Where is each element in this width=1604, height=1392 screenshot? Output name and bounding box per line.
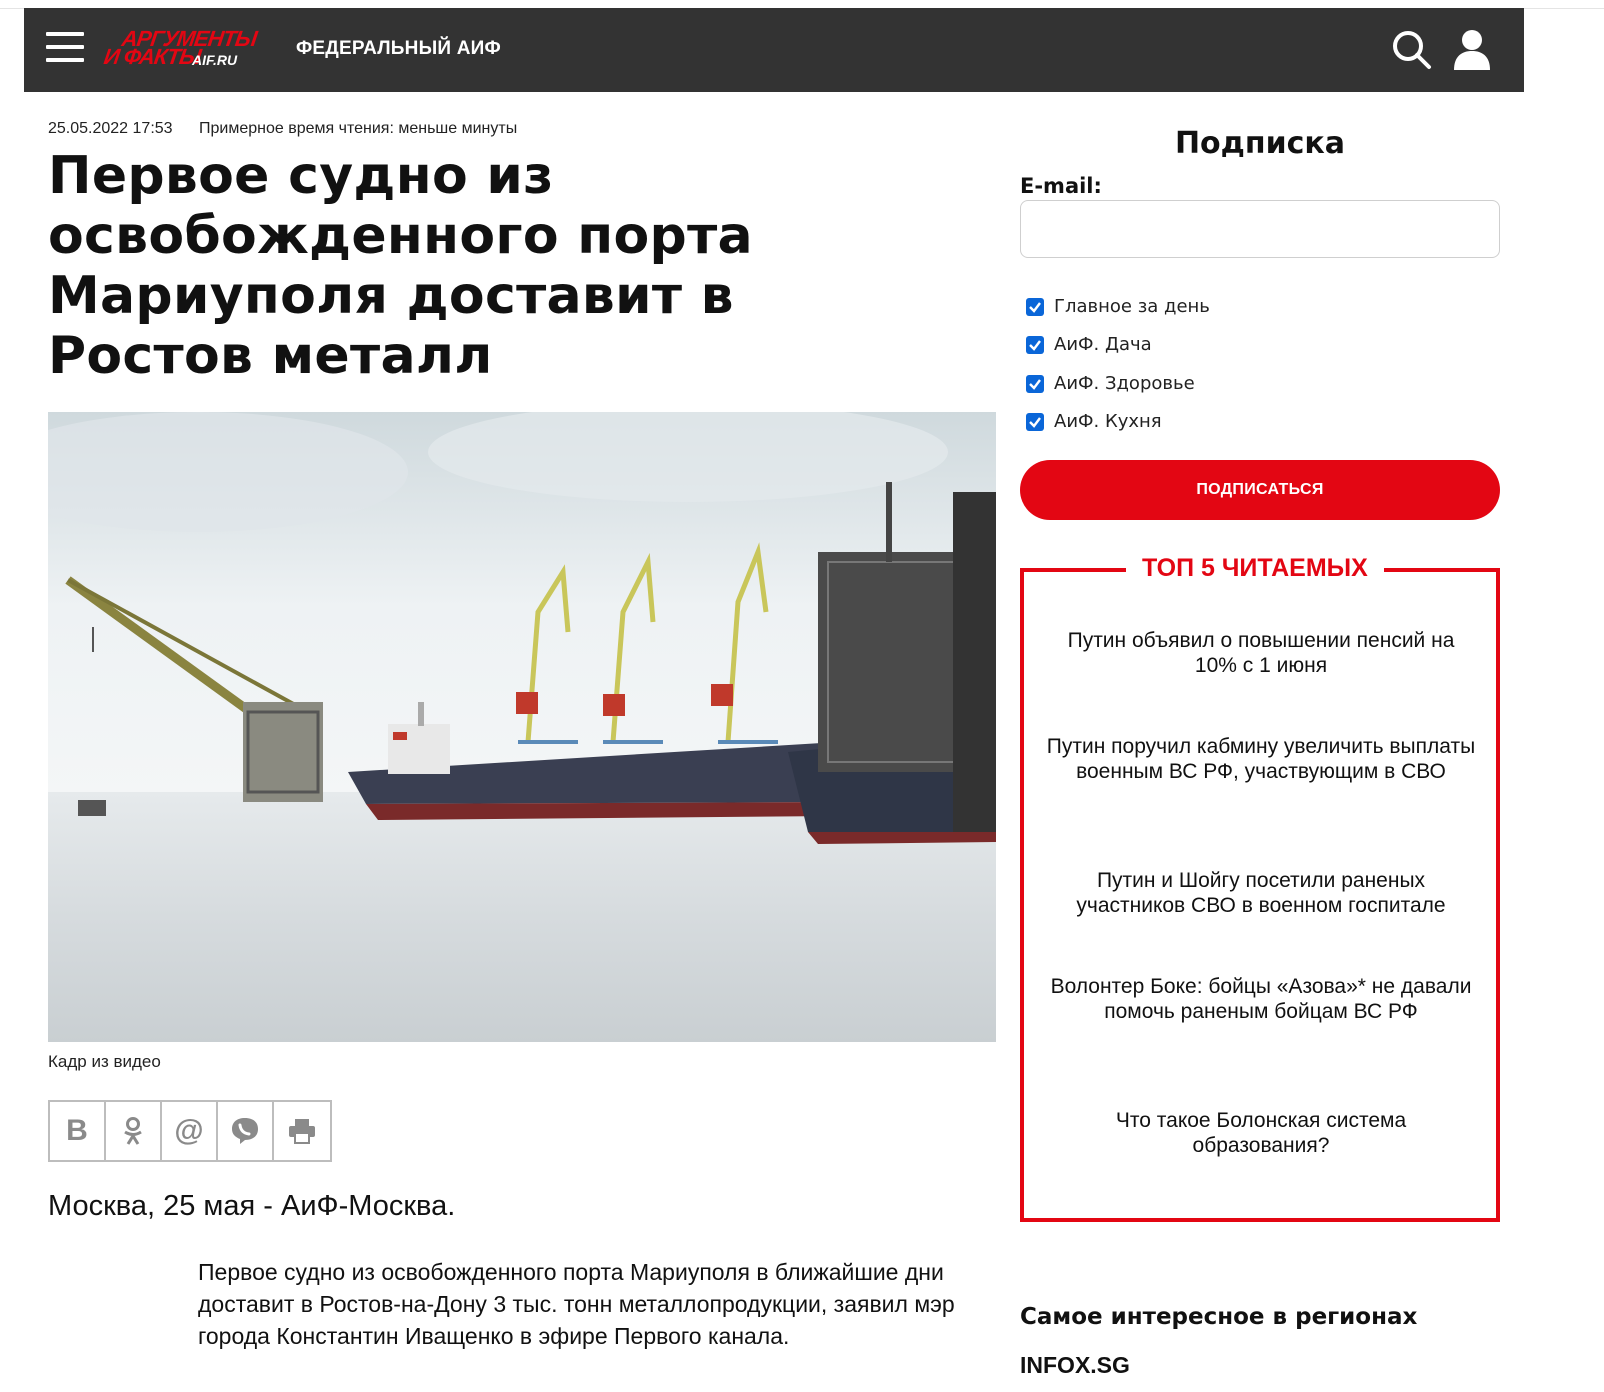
checkbox-label: АиФ. Здоровье	[1054, 373, 1195, 394]
search-icon[interactable]	[1392, 30, 1432, 70]
viber-share-icon[interactable]	[218, 1102, 274, 1160]
email-field[interactable]	[1020, 200, 1500, 258]
logo-domain: AIF.RU	[192, 52, 238, 68]
checkbox-checked-icon[interactable]	[1026, 412, 1044, 431]
checkbox-aif-dacha[interactable]: АиФ. Дача	[1026, 334, 1152, 355]
regions-heading: Самое интересное в регионах	[1020, 1304, 1418, 1330]
checkbox-checked-icon[interactable]	[1026, 335, 1044, 354]
top5-item[interactable]: Волонтер Боке: бойцы «Азова»* не давали …	[1046, 974, 1476, 1024]
top5-item[interactable]: Путин и Шойгу посетили раненых участнико…	[1046, 868, 1476, 918]
article-lead: Москва, 25 мая - АиФ-Москва.	[48, 1190, 456, 1222]
article-title: Первое судно из освобожденного порта Мар…	[48, 146, 753, 386]
vk-share-icon[interactable]: B	[50, 1102, 106, 1160]
mail-share-icon[interactable]: @	[162, 1102, 218, 1160]
port-photo-image	[48, 412, 996, 1042]
infox-link[interactable]: INFOX.SG	[1020, 1352, 1130, 1379]
subscribe-button[interactable]: ПОДПИСАТЬСЯ	[1020, 460, 1500, 520]
reading-time: Примерное время чтения: меньше минуты	[199, 120, 518, 137]
user-profile-icon[interactable]	[1452, 28, 1492, 72]
checkbox-label: АиФ. Дача	[1054, 334, 1152, 355]
checkbox-checked-icon[interactable]	[1026, 374, 1044, 393]
checkbox-aif-kitchen[interactable]: АиФ. Кухня	[1026, 411, 1162, 432]
top5-title: ТОП 5 ЧИТАЕМЫХ	[1126, 554, 1384, 583]
site-header: АРГУМЕНТЫ И ФАКТЫ AIF.RU ФЕДЕРАЛЬНЫЙ АИФ	[24, 8, 1524, 92]
photo-caption: Кадр из видео	[48, 1052, 161, 1071]
email-label: E-mail:	[1020, 174, 1102, 198]
top5-item[interactable]: Путин поручил кабмину увеличить выплаты …	[1046, 734, 1476, 784]
share-bar: B @	[48, 1100, 332, 1162]
article-meta: 25.05.2022 17:53 Примерное время чтения:…	[48, 120, 517, 138]
ok-share-icon[interactable]	[106, 1102, 162, 1160]
menu-burger-icon[interactable]	[46, 32, 84, 68]
checkbox-label: АиФ. Кухня	[1054, 411, 1162, 432]
article-date: 25.05.2022 17:53	[48, 120, 173, 137]
top5-item[interactable]: Что такое Болонская система образования?	[1046, 1108, 1476, 1158]
checkbox-label: Главное за день	[1054, 296, 1210, 317]
top5-item[interactable]: Путин объявил о повышении пенсий на 10% …	[1046, 628, 1476, 678]
checkbox-aif-health[interactable]: АиФ. Здоровье	[1026, 373, 1195, 394]
site-logo[interactable]: АРГУМЕНТЫ И ФАКТЫ AIF.RU	[102, 24, 258, 74]
article-body: Первое судно из освобожденного порта Мар…	[198, 1259, 955, 1349]
checkbox-main-of-day[interactable]: Главное за день	[1026, 296, 1210, 317]
checkbox-checked-icon[interactable]	[1026, 297, 1044, 316]
nav-federal-aif[interactable]: ФЕДЕРАЛЬНЫЙ АИФ	[296, 38, 501, 60]
article-photo[interactable]	[48, 412, 996, 1042]
print-icon[interactable]	[274, 1102, 330, 1160]
logo-text-line2: И ФАКТЫ	[102, 44, 203, 69]
subscription-title: Подписка	[1174, 126, 1346, 161]
